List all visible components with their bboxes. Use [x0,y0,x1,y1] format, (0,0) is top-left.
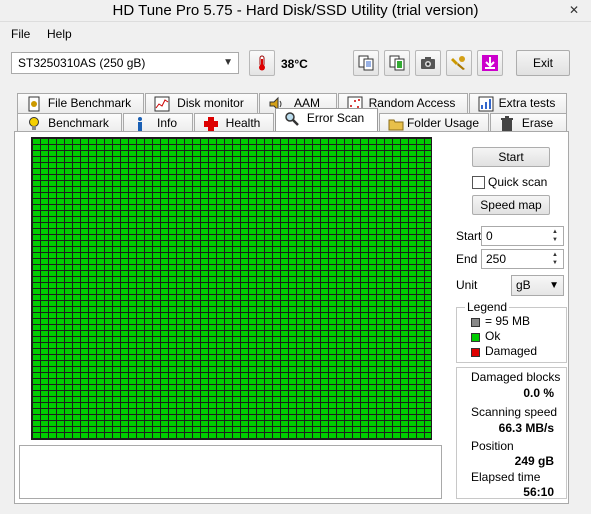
damaged-blocks-label: Damaged blocks [471,370,561,384]
position-label: Position [471,439,514,453]
legend-damaged: Damaged [485,344,538,358]
end-position-input[interactable]: 250 ▲ ▼ [481,249,564,269]
copy-info-button[interactable] [353,50,379,76]
exit-button[interactable]: Exit [516,50,570,76]
tab-health[interactable]: Health [194,113,274,133]
file-benchmark-icon [28,96,40,112]
start-scan-button[interactable]: Start [472,147,550,167]
window-title: HD Tune Pro 5.75 - Hard Disk/SSD Utility… [112,2,479,19]
ok-swatch [471,333,480,342]
extra-tests-icon [478,96,494,112]
download-arrow-icon [482,55,498,71]
start-label: Start [456,229,482,243]
chevron-down-icon: ▼ [223,57,233,68]
speed-map-button[interactable]: Speed map [472,195,550,215]
damaged-blocks-value: 0.0 % [523,386,554,400]
tab-file-benchmark[interactable]: File Benchmark [17,93,144,113]
tools-icon [451,56,465,70]
drive-select[interactable]: ST3250310AS (250 gB) ▼ [11,52,239,74]
scanning-speed-value: 66.3 MB/s [498,421,554,435]
scan-block-map [31,137,432,440]
elapsed-time-label: Elapsed time [471,470,541,484]
magnifier-icon [285,112,299,126]
scanning-speed-label: Scanning speed [471,405,558,419]
thermometer-icon [259,55,265,71]
health-cross-icon [204,117,218,131]
tab-extra-tests[interactable]: Extra tests [469,93,567,113]
scan-log-area[interactable] [19,445,442,499]
temperature-readout: 38°C [281,57,308,71]
copy-icon [358,55,374,71]
folder-icon [388,119,404,131]
options-button[interactable] [446,50,472,76]
tab-erase[interactable]: Erase [490,113,567,133]
damaged-swatch [471,348,480,357]
close-icon[interactable]: ✕ [563,2,585,18]
tab-error-scan[interactable]: Error Scan [275,108,378,131]
legend-title: Legend [465,300,510,314]
menu-help[interactable]: Help [47,27,72,41]
scan-statistics: Damaged blocks 0.0 % Scanning speed 66.3… [456,367,567,499]
tab-folder-usage[interactable]: Folder Usage [379,113,489,133]
lightbulb-icon [29,117,39,130]
quick-scan-checkbox[interactable] [472,176,485,189]
menu-file[interactable]: File [11,27,30,41]
title-bar: HD Tune Pro 5.75 - Hard Disk/SSD Utility… [0,0,591,22]
end-label: End [456,252,478,266]
quick-scan-label: Quick scan [488,175,548,189]
tab-info[interactable]: Info [123,113,193,133]
disk-monitor-icon [154,96,170,112]
start-position-input[interactable]: 0 ▲ ▼ [481,226,564,246]
legend-block-size: = 95 MB [485,314,531,328]
info-icon [138,117,142,131]
unit-label: Unit [456,278,478,292]
camera-icon [421,57,435,69]
spinner-arrows-icon[interactable]: ▲ ▼ [548,228,562,244]
unit-select-value: gB [516,278,531,292]
temperature-button[interactable] [249,50,275,76]
block-swatch [471,318,480,327]
tab-disk-monitor[interactable]: Disk monitor [145,93,258,113]
toolbar: ST3250310AS (250 gB) ▼ 38°C Exit [0,48,591,82]
save-button[interactable] [477,50,503,76]
unit-select[interactable]: gB ▼ [511,275,564,296]
copy-all-button[interactable] [384,50,410,76]
copy-all-icon [389,55,405,71]
position-value: 249 gB [514,454,554,468]
tab-benchmark[interactable]: Benchmark [17,113,122,133]
legend: Legend = 95 MB Ok Damaged [456,300,567,363]
chevron-down-icon: ▼ [549,280,559,291]
error-scan-panel: Start Quick scan Speed map Start 0 ▲ ▼ En… [14,131,569,504]
screenshot-button[interactable] [415,50,441,76]
menu-bar: File Help [0,24,591,44]
drive-select-value: ST3250310AS (250 gB) [18,56,146,70]
spinner-arrows-icon[interactable]: ▲ ▼ [548,251,562,267]
legend-ok: Ok [485,329,501,343]
trash-icon [501,116,513,131]
elapsed-time-value: 56:10 [523,485,554,499]
